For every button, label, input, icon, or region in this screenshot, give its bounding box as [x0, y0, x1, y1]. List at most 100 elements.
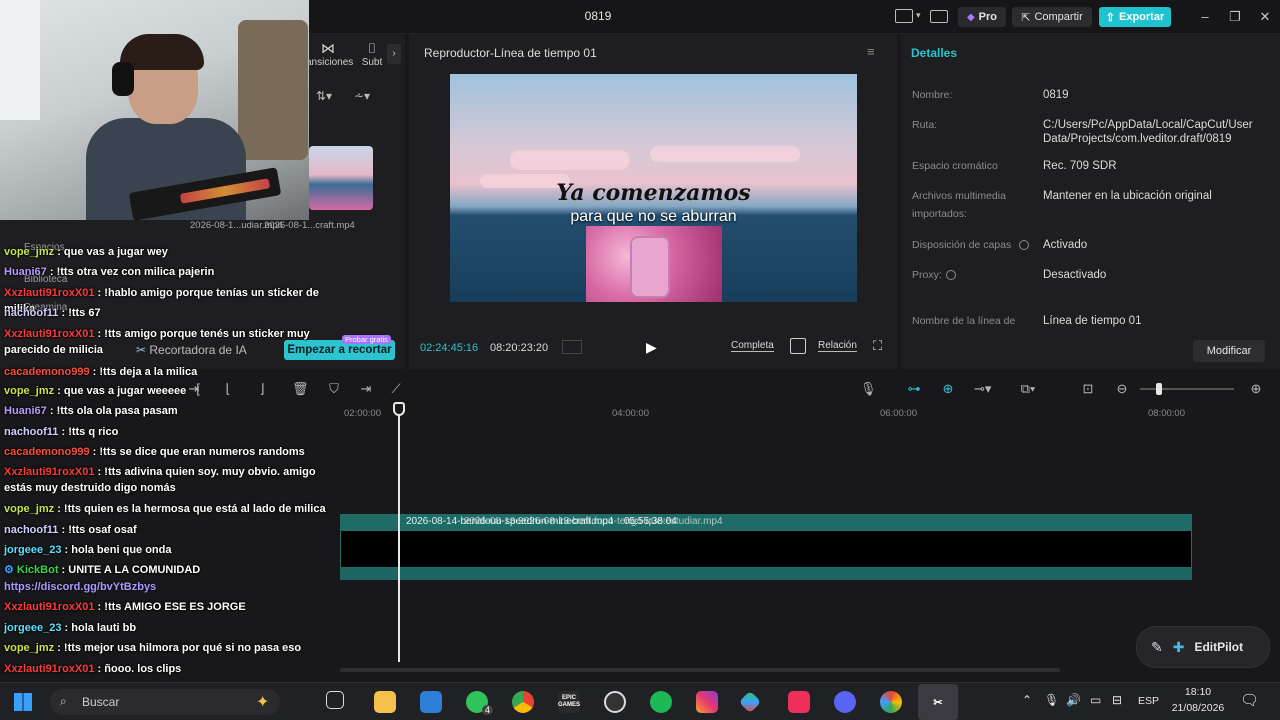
instagram-icon[interactable] [696, 691, 718, 713]
ruler-label: 06:00:00 [880, 408, 917, 419]
store-icon[interactable] [420, 691, 442, 713]
video-caption-title: Ya comenzamos [556, 180, 751, 206]
close-icon[interactable]: ✕ [1256, 8, 1274, 26]
screenshot-icon[interactable] [790, 338, 806, 354]
clock-date[interactable]: 21/08/2026 [1166, 702, 1230, 714]
zoom-slider-handle[interactable] [1156, 383, 1162, 395]
clock-time[interactable]: 18:10 [1170, 686, 1226, 698]
chat-username[interactable]: cacademono999 [4, 446, 90, 458]
chat-username[interactable]: Xxzlauti91roxX01 [4, 287, 95, 299]
share-button[interactable]: ⇱ Compartir [1012, 7, 1092, 27]
discord-icon[interactable] [834, 691, 856, 713]
task-view-icon[interactable] [326, 691, 344, 709]
video-preview[interactable]: Ya comenzamos para que no se aburran [450, 74, 857, 302]
pro-button[interactable]: ◆ Pro [958, 7, 1006, 27]
chat-username[interactable]: jorgeee_23 [4, 622, 61, 634]
volume-icon[interactable]: 🔊 [1066, 693, 1081, 707]
language-indicator[interactable]: ESP [1138, 695, 1159, 707]
preview-icon[interactable]: ⊡ [1080, 381, 1096, 397]
chat-username[interactable]: jorgeee_23 [4, 544, 61, 556]
grid-icon[interactable] [562, 340, 582, 354]
magnet-icon[interactable]: ⊕ [940, 381, 956, 397]
sort-icon[interactable]: ⇅▾ [316, 89, 332, 103]
media-thumbnail[interactable] [309, 146, 373, 210]
battery-icon[interactable]: ▭ [1090, 693, 1101, 707]
epic-games-icon[interactable]: EPIC GAMES [558, 691, 580, 713]
tab-subtitles[interactable]: ⌷ Subt [360, 40, 384, 68]
tab-transitions[interactable]: ⋈ ansiciones [306, 40, 353, 68]
export-button[interactable]: ⇧ Exportar [1099, 7, 1171, 27]
minimize-icon[interactable]: – [1196, 8, 1214, 26]
video-track[interactable]: 2026-08-13- 2026-08-13-benidouu-tengo-qu… [340, 514, 1192, 530]
davinci-icon[interactable] [880, 691, 902, 713]
video-cloud [510, 150, 630, 170]
filter-icon[interactable]: ⩪▾ [354, 89, 370, 103]
windows-start-icon[interactable] [14, 693, 32, 711]
microphone-icon[interactable]: 🎙 [860, 381, 877, 397]
webcam-chair [238, 20, 308, 160]
player-menu-icon[interactable]: ≡ [867, 44, 875, 59]
zoom-slider[interactable] [1140, 388, 1234, 390]
chat-username[interactable]: vope_jmz [4, 642, 54, 654]
chrome-icon[interactable] [512, 691, 534, 713]
info-icon[interactable] [1019, 240, 1029, 250]
file-explorer-icon[interactable] [374, 691, 396, 713]
chat-username[interactable]: Xxzlauti91roxX01 [4, 663, 95, 675]
tray-chevron-icon[interactable]: ⌃ [1022, 693, 1032, 707]
chat-username[interactable]: nachoof11 [4, 524, 58, 536]
fullscreen-icon[interactable]: ⛶ [873, 338, 882, 354]
chat-username[interactable]: vope_jmz [4, 246, 54, 258]
full-quality-button[interactable]: Completa [731, 340, 774, 352]
chat-text: !tts otra vez con milica pajerin [56, 266, 215, 278]
playhead-handle[interactable] [393, 402, 405, 416]
chat-message: vope_jmz : !tts quien es la hermosa que … [4, 501, 340, 517]
notifications-icon[interactable]: 🗨 [1240, 691, 1259, 709]
layout-dropdown-icon[interactable]: ▾ [916, 10, 921, 21]
modify-button[interactable]: Modificar [1193, 340, 1265, 362]
export-label: Exportar [1118, 11, 1165, 23]
chat-username[interactable]: Huani67 [4, 266, 47, 278]
detail-value: Desactivado [1043, 269, 1107, 281]
editpilot-button[interactable]: ✎ ✚ EditPilot [1136, 626, 1270, 668]
zoom-out-icon[interactable]: ⊖ [1114, 381, 1130, 397]
aspect-ratio-button[interactable]: Relación [818, 340, 857, 352]
keyboard-icon[interactable] [930, 10, 948, 23]
split-icon[interactable]: ⇥ [358, 381, 374, 397]
gallery-icon[interactable] [738, 690, 762, 714]
layout-icon[interactable] [895, 9, 913, 23]
playhead[interactable] [398, 408, 400, 662]
notification-badge: 4 [482, 705, 494, 715]
discord-link[interactable]: https://discord.gg/bvYtBzbys [4, 581, 156, 593]
timeline[interactable]: 02:00:00 04:00:00 06:00:00 08:00:00 2026… [340, 402, 1280, 682]
video-inset-clip [586, 226, 722, 302]
info-icon[interactable] [946, 270, 956, 280]
chat-username[interactable]: Huani67 [4, 405, 47, 417]
chat-username[interactable]: Xxzlauti91roxX01 [4, 328, 95, 340]
audio-track[interactable] [340, 568, 1192, 580]
video-clip-frames[interactable] [340, 530, 1192, 568]
chain-icon[interactable]: ⊸▾ [974, 381, 991, 397]
maximize-icon[interactable]: ❐ [1226, 8, 1244, 26]
link-icon[interactable]: ⊶ [906, 381, 922, 397]
tiktok-icon[interactable] [788, 691, 810, 713]
chat-username[interactable]: nachoof11 [4, 426, 58, 438]
network-icon[interactable]: ⊟ [1112, 693, 1122, 707]
zoom-in-icon[interactable]: ⊕ [1248, 381, 1264, 397]
timeline-scrollbar[interactable] [340, 668, 1060, 672]
play-icon[interactable]: ▶ [646, 339, 662, 355]
layers-icon[interactable]: ⧉▾ [1020, 381, 1036, 397]
microphone-tray-icon[interactable]: 🎙 [1044, 693, 1059, 707]
chat-username[interactable]: KickBot [17, 564, 59, 576]
chevron-right-icon[interactable]: › [387, 44, 401, 64]
chat-username[interactable]: cacademono999 [4, 366, 90, 378]
spotify-icon[interactable] [650, 691, 672, 713]
taskbar-search[interactable]: ⌕ Buscar ✦ [50, 689, 280, 715]
chat-username[interactable]: vope_jmz [4, 503, 54, 515]
chat-username[interactable]: vope_jmz [4, 385, 54, 397]
obs-icon[interactable] [604, 691, 626, 713]
capcut-icon[interactable]: ✂ [918, 684, 958, 720]
chat-username[interactable]: Xxzlauti91roxX01 [4, 466, 95, 478]
chat-username[interactable]: nachoof11 [4, 307, 58, 319]
magic-wand-icon[interactable]: ⟋ [388, 381, 404, 397]
chat-username[interactable]: Xxzlauti91roxX01 [4, 601, 95, 613]
